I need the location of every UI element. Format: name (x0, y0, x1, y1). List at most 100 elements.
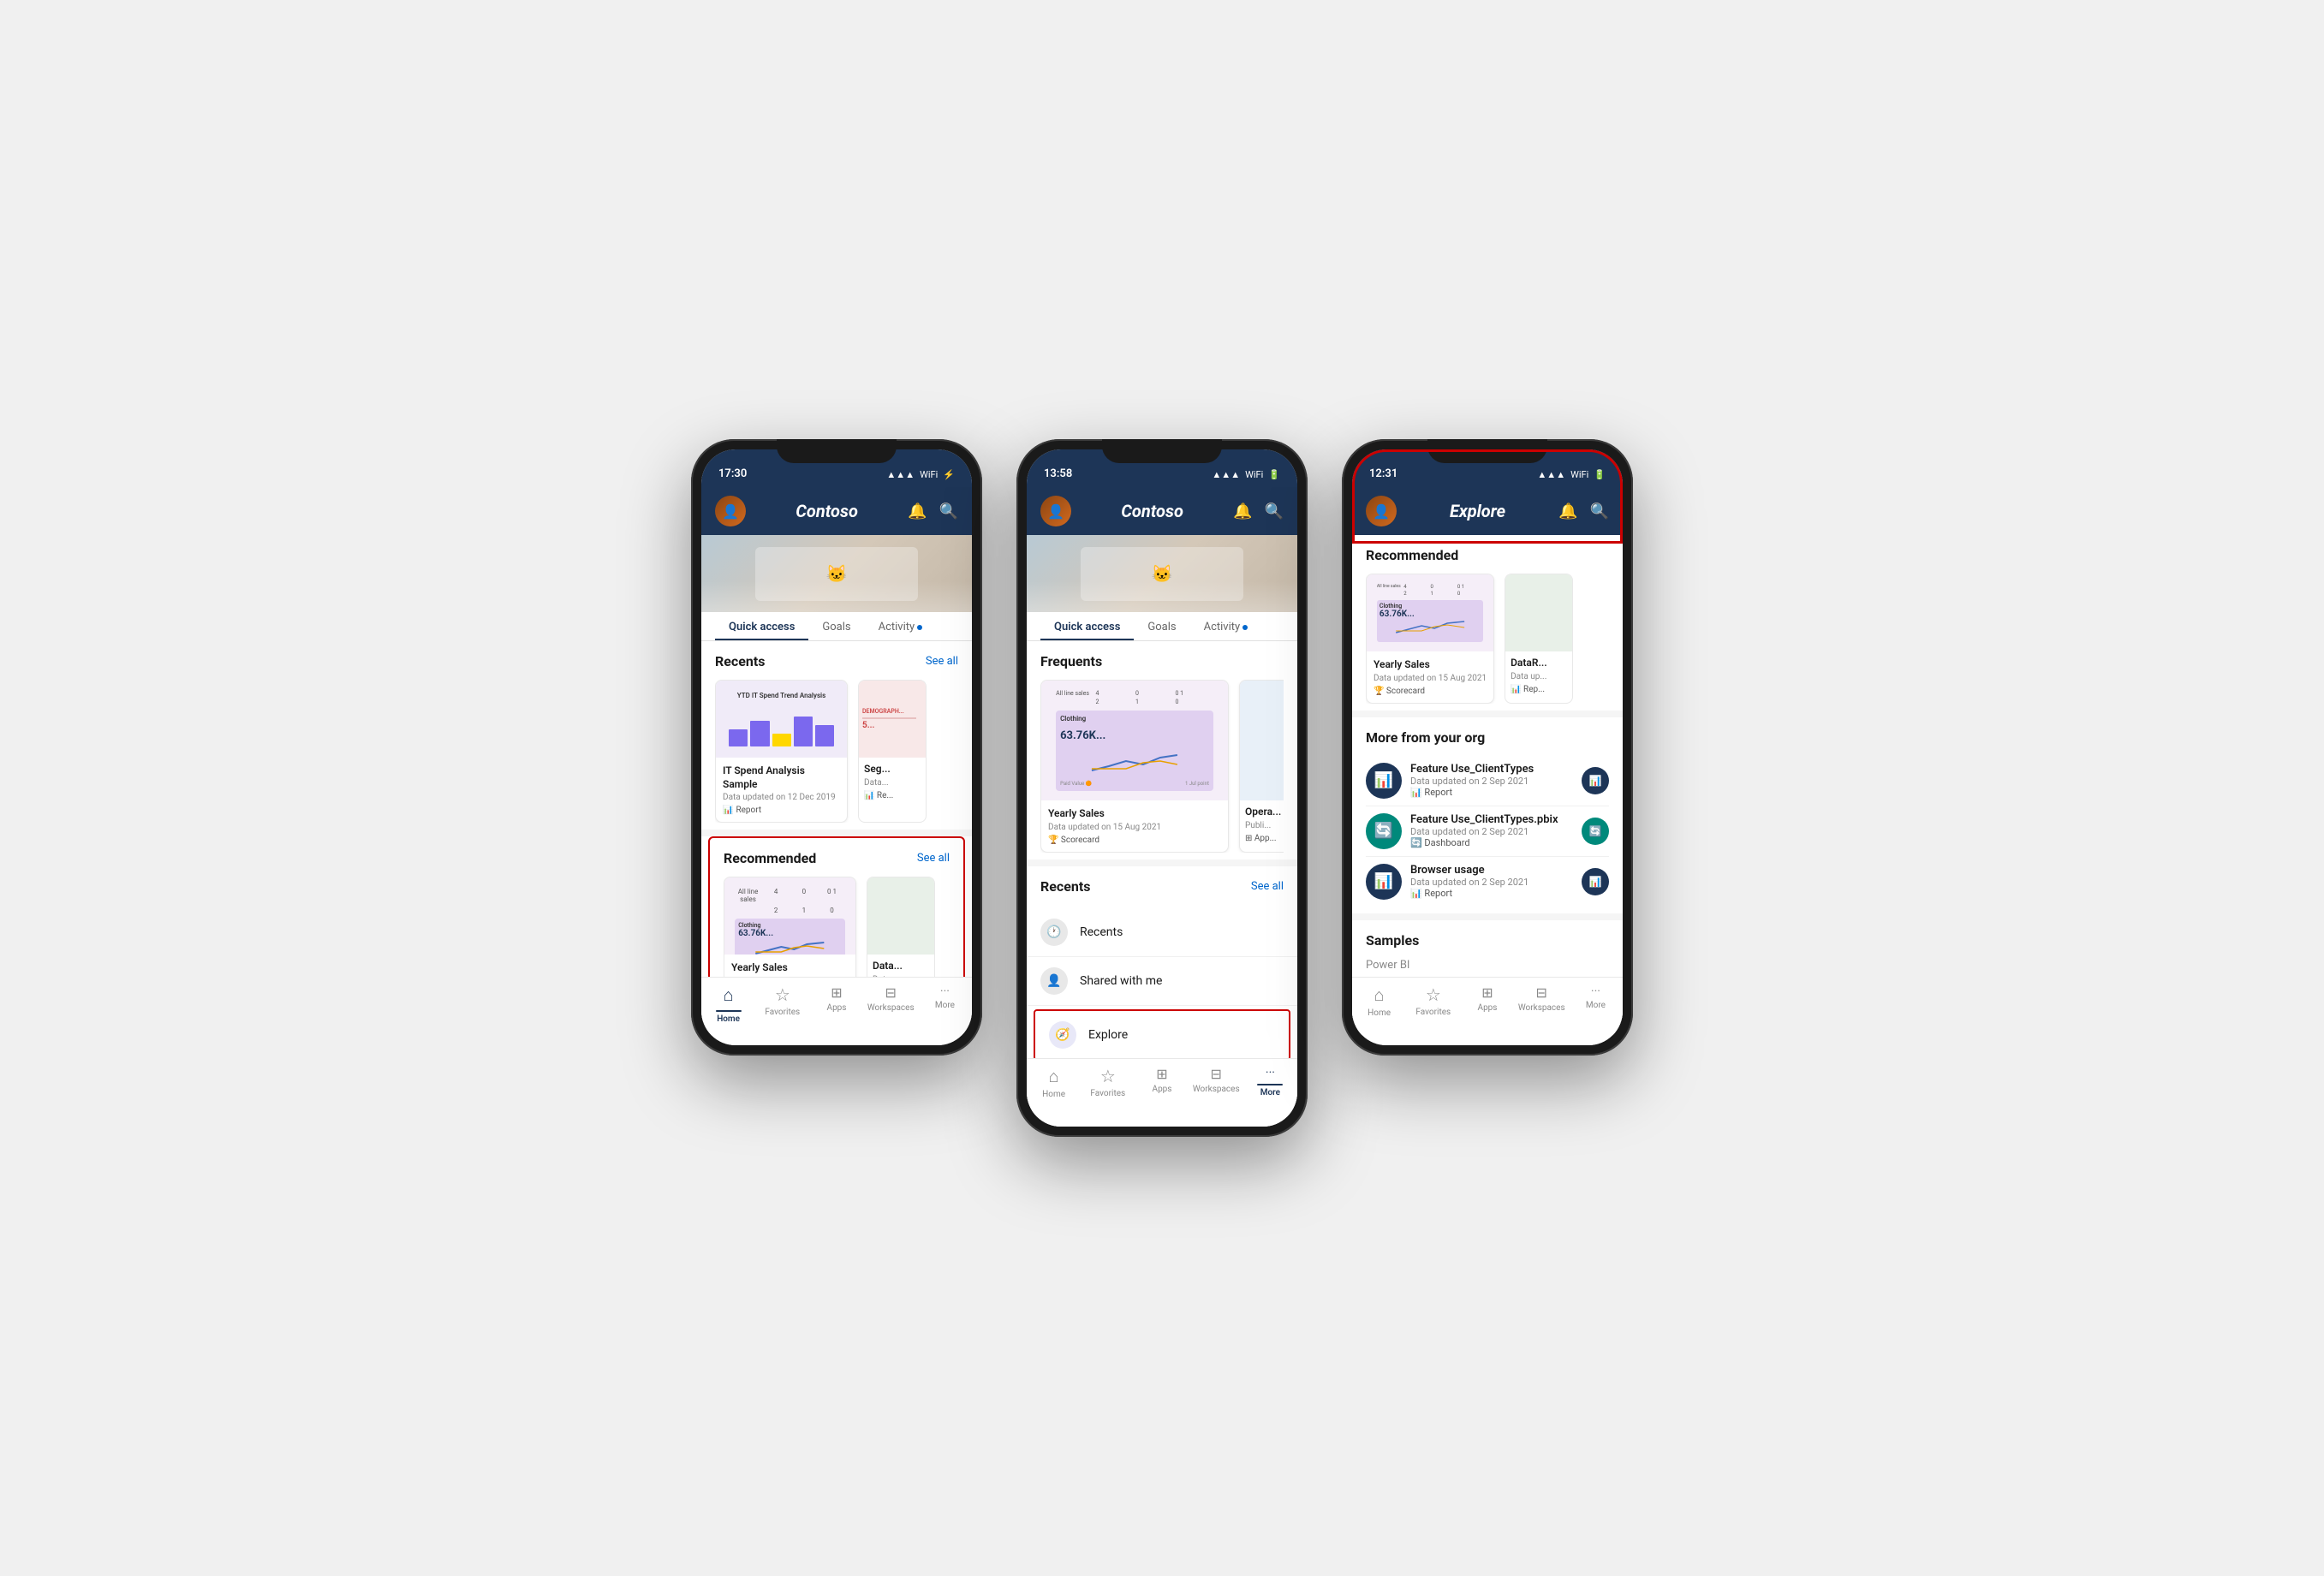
card-seg-partial[interactable]: DEMOGRAPH... 5... Seg... Data... 📊 Re... (858, 680, 927, 823)
tab-goals-1[interactable]: Goals (808, 612, 864, 640)
search-icon-3[interactable]: 🔍 (1590, 503, 1609, 520)
card-thumb-yearly-3: All line sales400 1 210 Clothing 63.76K.… (1367, 574, 1493, 651)
app-title-1: Contoso (796, 501, 858, 521)
feature-use-client-types-item[interactable]: 📊 Feature Use_ClientTypes Data updated o… (1366, 756, 1609, 806)
list-shared-item[interactable]: 👤 Shared with me (1027, 957, 1297, 1006)
feature-use-name-1: Feature Use_ClientTypes (1410, 763, 1573, 776)
card-yearly-3[interactable]: All line sales400 1 210 Clothing 63.76K.… (1366, 574, 1494, 704)
nav-workspaces-3[interactable]: ⊟ Workspaces (1515, 984, 1569, 1013)
nav-more-3[interactable]: ··· More (1569, 984, 1623, 1010)
explore-list-label: Explore (1088, 1028, 1128, 1042)
feature-use-pbix-icon: 🔄 (1366, 813, 1402, 849)
tab-goals-2[interactable]: Goals (1134, 612, 1189, 640)
recents-see-all-2[interactable]: See all (1251, 880, 1284, 893)
content-3: Recommended All line sales400 1 210 (1352, 535, 1623, 1035)
screen-1: 17:30 ▲▲▲ WiFi ⚡ 👤 Contoso 🔔 🔍 (701, 449, 972, 1045)
more-icon-2: ··· (1266, 1066, 1275, 1079)
home-icon-3: ⌂ (1374, 984, 1385, 1006)
time-2: 13:58 (1044, 467, 1072, 480)
more-from-org-title: More from your org (1366, 729, 1485, 746)
nav-apps-3[interactable]: ⊞ Apps (1460, 984, 1514, 1013)
card-thumb-it-spend: YTD IT Spend Trend Analysis (716, 681, 847, 758)
divider-1 (701, 830, 972, 836)
avatar-1[interactable]: 👤 (715, 496, 746, 526)
status-icons-3: ▲▲▲ WiFi 🔋 (1537, 469, 1606, 480)
favorites-icon-2: ☆ (1100, 1066, 1116, 1086)
nav-favorites-1[interactable]: ☆ Favorites (755, 984, 809, 1017)
nav-more-2[interactable]: ··· More (1243, 1066, 1297, 1097)
card-info-datar: DataR... Data up... 📊 Rep... (1505, 651, 1572, 699)
avatar-3[interactable]: 👤 (1366, 496, 1397, 526)
tab-activity-2[interactable]: Activity (1190, 612, 1262, 640)
nav-home-2[interactable]: ⌂ Home (1027, 1066, 1081, 1099)
samples-title: Samples (1366, 932, 1419, 949)
notch-3 (1427, 439, 1547, 463)
recents-section-2: Recents See all (1027, 866, 1297, 908)
feature-use-pbix-type: 🔄 Dashboard (1410, 837, 1573, 848)
apps-label-1: Apps (827, 1003, 847, 1013)
card-datar-partial[interactable]: DataR... Data up... 📊 Rep... (1505, 574, 1573, 704)
nav-favorites-3[interactable]: ☆ Favorites (1406, 984, 1460, 1017)
list-recents-item[interactable]: 🕐 Recents (1027, 908, 1297, 957)
status-icons-2: ▲▲▲ WiFi 🔋 (1212, 469, 1280, 480)
list-explore-item[interactable]: 🧭 Explore (1035, 1011, 1289, 1059)
card-name-seg: Seg... (864, 763, 921, 776)
browser-usage-more-icon[interactable]: 📊 (1582, 868, 1609, 895)
card-date-opera: Publi... (1245, 821, 1284, 830)
app-title-3: Explore (1450, 501, 1505, 521)
nav-workspaces-1[interactable]: ⊟ Workspaces (864, 984, 918, 1013)
nav-more-1[interactable]: ··· More (918, 984, 972, 1010)
apps-label-2: Apps (1153, 1085, 1172, 1094)
card-it-spend[interactable]: YTD IT Spend Trend Analysis (715, 680, 848, 823)
search-icon-1[interactable]: 🔍 (939, 503, 958, 520)
workspaces-label-3: Workspaces (1518, 1003, 1565, 1013)
clock-icon: 🕐 (1040, 919, 1068, 946)
apps-icon-2: ⊞ (1156, 1066, 1167, 1082)
nav-apps-2[interactable]: ⊞ Apps (1135, 1066, 1189, 1094)
feature-use-pbix-item[interactable]: 🔄 Feature Use_ClientTypes.pbix Data upda… (1366, 806, 1609, 857)
card-yearly-large[interactable]: All line sales400 1 210 Clothing 63.76K.… (1040, 680, 1229, 853)
workspaces-icon-3: ⊟ (1536, 984, 1547, 1001)
nav-favorites-2[interactable]: ☆ Favorites (1081, 1066, 1135, 1098)
browser-usage-item[interactable]: 📊 Browser usage Data updated on 2 Sep 20… (1366, 857, 1609, 907)
bell-icon-3[interactable]: 🔔 (1558, 503, 1577, 520)
apps-label-3: Apps (1478, 1003, 1498, 1013)
home-label-3: Home (1368, 1008, 1391, 1018)
recommended-see-all-1[interactable]: See all (917, 852, 950, 865)
tab-activity-1[interactable]: Activity (865, 612, 937, 640)
nav-workspaces-2[interactable]: ⊟ Workspaces (1189, 1066, 1243, 1094)
tab-quick-access-1[interactable]: Quick access (715, 612, 808, 640)
bell-icon-1[interactable]: 🔔 (908, 503, 927, 520)
feature-use-pbix-date: Data updated on 2 Sep 2021 (1410, 826, 1573, 837)
card-opera-partial[interactable]: Opera... Publi... ⊞ App... (1239, 680, 1284, 853)
workspaces-label-2: Workspaces (1193, 1085, 1240, 1094)
nav-apps-1[interactable]: ⊞ Apps (809, 984, 863, 1013)
more-label-2: More (1260, 1088, 1280, 1097)
signal-icon-1: ▲▲▲ (886, 469, 915, 480)
home-label-1: Home (717, 1014, 740, 1024)
search-icon-2[interactable]: 🔍 (1265, 503, 1284, 520)
tab-quick-access-2[interactable]: Quick access (1040, 612, 1134, 640)
wifi-icon-2: WiFi (1245, 469, 1263, 480)
feature-use-info-1: Feature Use_ClientTypes Data updated on … (1410, 763, 1573, 798)
favorites-icon-3: ☆ (1426, 984, 1441, 1005)
avatar-2[interactable]: 👤 (1040, 496, 1071, 526)
battery-icon-2: 🔋 (1268, 469, 1280, 480)
card-type-yearly-large: 🏆 Scorecard (1048, 836, 1221, 845)
person-icon: 👤 (1040, 967, 1068, 995)
card-info-it-spend: IT Spend Analysis Sample Data updated on… (716, 758, 847, 822)
nav-home-1[interactable]: ⌂ Home (701, 984, 755, 1024)
power-bi-label: Power BI (1366, 959, 1609, 972)
feature-use-more-icon-1[interactable]: 📊 (1582, 767, 1609, 794)
recents-see-all-1[interactable]: See all (926, 655, 958, 668)
feature-use-pbix-more-icon[interactable]: 🔄 (1582, 818, 1609, 845)
phone-3-container: 12:31 ▲▲▲ WiFi 🔋 👤 Explore 🔔 🔍 (1342, 439, 1633, 1056)
app-header-2: 👤 Contoso 🔔 🔍 (1027, 487, 1297, 535)
app-title-2: Contoso (1121, 501, 1183, 521)
card-name-it-spend: IT Spend Analysis Sample (723, 764, 840, 791)
card-date-seg: Data... (864, 778, 921, 788)
nav-home-3[interactable]: ⌂ Home (1352, 984, 1406, 1018)
recents-title-1: Recents (715, 653, 765, 669)
bell-icon-2[interactable]: 🔔 (1233, 503, 1252, 520)
hero-2: 🐱 (1027, 535, 1297, 612)
